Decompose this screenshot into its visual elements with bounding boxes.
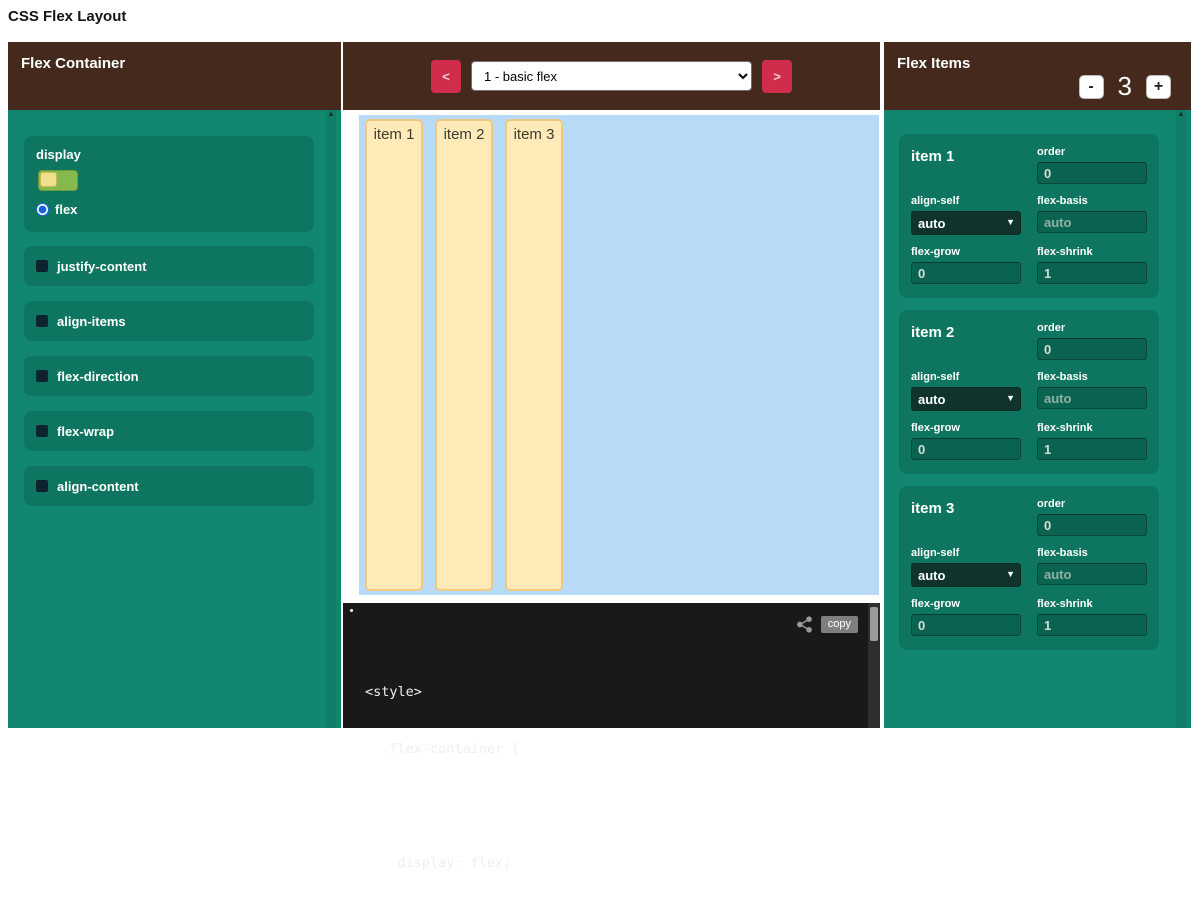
scroll-up-arrow-icon[interactable]: ▲ [326,110,336,120]
flex-preview-item-1: item 1 [365,119,423,591]
item-card-2: item 2 order align-self auto ▼ flex-basi… [899,310,1159,474]
example-select[interactable]: 1 - basic flex [471,61,752,91]
left-panel-scrollbar[interactable]: ▲ [326,110,336,728]
flex-basis-label: flex-basis [1037,195,1147,207]
flex-grow-input[interactable] [911,438,1021,460]
property-card-justify-content[interactable]: justify-content [24,246,314,286]
share-icon[interactable] [796,616,813,633]
item-card-3: item 3 order align-self auto ▼ flex-basi… [899,486,1159,650]
flex-grow-label: flex-grow [911,598,1021,610]
align-items-checkbox[interactable] [36,315,48,327]
flex-container-panel: Flex Container display flex justify-cont… [8,42,341,728]
flex-shrink-input[interactable] [1037,438,1147,460]
align-self-select[interactable]: auto [911,211,1021,235]
flex-container-body: display flex justify-content align-items… [8,110,341,728]
order-input[interactable] [1037,162,1147,184]
item-name: item 2 [911,322,1021,360]
code-caret-dot [350,609,353,612]
flex-direction-checkbox[interactable] [36,370,48,382]
flex-wrap-checkbox[interactable] [36,425,48,437]
flex-wrap-label: flex-wrap [57,424,114,439]
property-card-align-content[interactable]: align-content [24,466,314,506]
align-self-select[interactable]: auto [911,563,1021,587]
flex-items-title: Flex Items [884,42,1191,72]
align-content-checkbox[interactable] [36,480,48,492]
right-panel-scrollbar[interactable]: ▲ [1176,110,1186,728]
item-count: 3 [1118,71,1132,102]
flex-items-body: item 1 order align-self auto ▼ flex-basi… [884,110,1191,728]
display-toggle[interactable] [38,170,78,191]
order-label: order [1037,498,1147,510]
code-scroll-thumb[interactable] [870,607,878,641]
item-name: item 1 [911,146,1021,184]
display-card: display flex [24,136,314,232]
flex-items-panel: Flex Items - 3 + item 1 order align-self… [884,42,1191,728]
toggle-knob-icon [40,172,57,187]
flex-basis-input[interactable] [1037,387,1147,409]
flex-container-title: Flex Container [8,42,341,72]
copy-button[interactable]: copy [821,616,858,633]
next-example-button[interactable]: > [762,60,792,93]
flex-basis-label: flex-basis [1037,371,1147,383]
align-self-label: align-self [911,547,1021,559]
prev-example-button[interactable]: < [431,60,461,93]
code-line: <style> [365,683,519,702]
code-line [365,797,519,816]
flex-shrink-label: flex-shrink [1037,598,1147,610]
code-block: <style> .flex-container { display: flex; [365,645,519,911]
justify-content-checkbox[interactable] [36,260,48,272]
property-card-flex-wrap[interactable]: flex-wrap [24,411,314,451]
item-card-1: item 1 order align-self auto ▼ flex-basi… [899,134,1159,298]
align-content-label: align-content [57,479,139,494]
order-input[interactable] [1037,514,1147,536]
property-card-flex-direction[interactable]: flex-direction [24,356,314,396]
flex-grow-label: flex-grow [911,422,1021,434]
align-items-label: align-items [57,314,126,329]
code-panel: copy <style> .flex-container { display: … [343,603,880,728]
display-label: display [36,147,302,162]
justify-content-label: justify-content [57,259,147,274]
order-label: order [1037,322,1147,334]
add-item-button[interactable]: + [1146,75,1171,99]
code-line: .flex-container { [365,740,519,759]
flex-preview-container: item 1 item 2 item 3 [359,115,879,595]
flex-preview-item-2: item 2 [435,119,493,591]
flex-grow-input[interactable] [911,262,1021,284]
align-self-select[interactable]: auto [911,387,1021,411]
flex-radio-label: flex [55,202,77,217]
item-name: item 3 [911,498,1021,536]
remove-item-button[interactable]: - [1079,75,1104,99]
flex-container-header: Flex Container [8,42,341,110]
order-label: order [1037,146,1147,158]
flex-preview-item-3: item 3 [505,119,563,591]
align-self-label: align-self [911,371,1021,383]
flex-grow-input[interactable] [911,614,1021,636]
preview-column: < 1 - basic flex > item 1 item 2 item 3 [343,42,880,728]
flex-shrink-label: flex-shrink [1037,246,1147,258]
order-input[interactable] [1037,338,1147,360]
scroll-up-arrow-icon[interactable]: ▲ [1176,110,1186,120]
flex-basis-input[interactable] [1037,563,1147,585]
example-nav-bar: < 1 - basic flex > [343,42,880,110]
flex-direction-label: flex-direction [57,369,139,384]
property-card-align-items[interactable]: align-items [24,301,314,341]
code-scrollbar[interactable] [868,603,880,728]
flex-basis-input[interactable] [1037,211,1147,233]
flex-basis-label: flex-basis [1037,547,1147,559]
code-line: display: flex; [365,854,519,873]
flex-items-header: Flex Items - 3 + [884,42,1191,110]
flex-shrink-input[interactable] [1037,614,1147,636]
flex-shrink-label: flex-shrink [1037,422,1147,434]
align-self-label: align-self [911,195,1021,207]
flex-grow-label: flex-grow [911,246,1021,258]
flex-radio[interactable] [36,203,49,216]
preview-body: item 1 item 2 item 3 [343,110,880,603]
page-title: CSS Flex Layout [8,8,126,25]
flex-shrink-input[interactable] [1037,262,1147,284]
